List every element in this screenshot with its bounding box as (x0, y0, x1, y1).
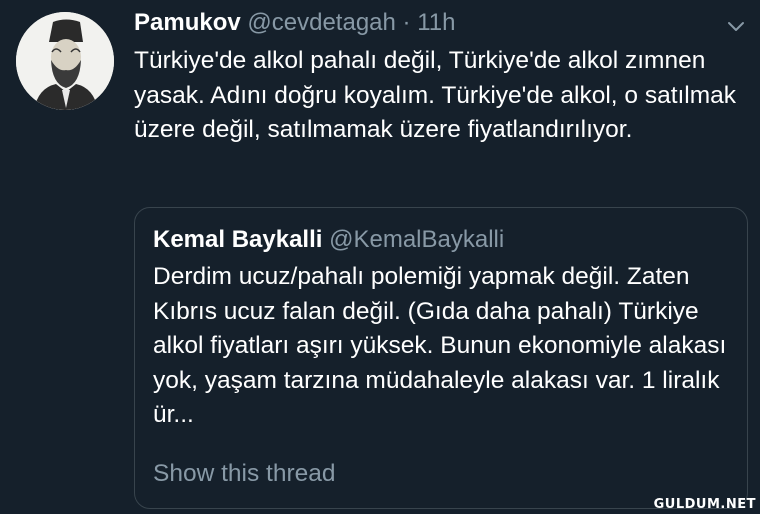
quoted-author-name: Kemal Baykalli (153, 226, 323, 253)
tweet-menu-button[interactable] (724, 14, 748, 38)
tweet-header: Pamukov @cevdetagah · 11h (134, 6, 455, 40)
author-name[interactable]: Pamukov (134, 9, 241, 36)
quoted-tweet-card[interactable]: Kemal Baykalli @KemalBaykalli Derdim ucu… (134, 207, 748, 509)
avatar[interactable] (16, 12, 114, 110)
show-thread-link[interactable]: Show this thread (153, 458, 336, 490)
tweet-timestamp[interactable]: 11h (417, 9, 455, 36)
quoted-tweet-text: Derdim ucuz/pahalı polemiği yapmak değil… (153, 263, 727, 428)
quoted-author-handle: @KemalBaykalli (329, 226, 505, 253)
author-handle[interactable]: @cevdetagah (247, 9, 395, 36)
avatar-portrait-image (16, 12, 114, 110)
quoted-tweet-header: Kemal Baykalli @KemalBaykalli (153, 224, 504, 256)
separator-dot: · (402, 9, 411, 36)
watermark: GULDUM.NET (653, 497, 756, 512)
tweet-text: Türkiye'de alkol pahalı değil, Türkiye'd… (134, 47, 737, 143)
chevron-down-icon (728, 22, 744, 31)
